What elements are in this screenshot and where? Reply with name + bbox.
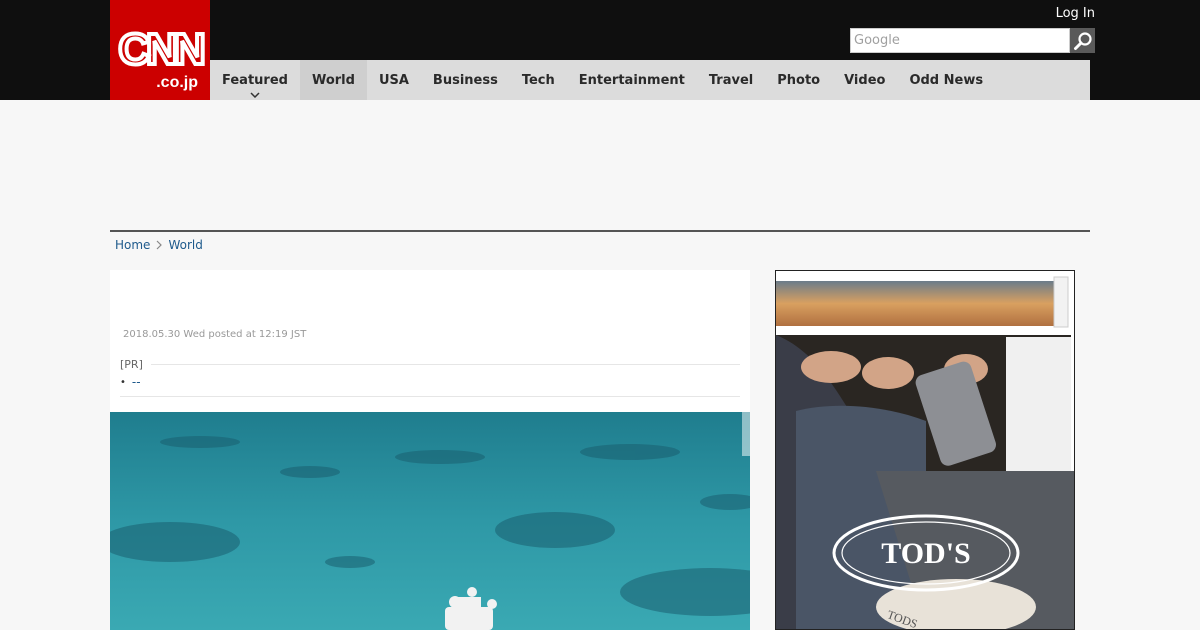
search-bar: [850, 28, 1095, 53]
nav-item-label: Tech: [521, 72, 555, 88]
search-input[interactable]: [850, 28, 1070, 53]
nav-item-label: USA: [378, 72, 409, 88]
banner-ad-slot: [110, 100, 1090, 230]
breadcrumb: Home World: [115, 238, 203, 252]
cnn-logo-mark: CNN .co.jp: [116, 23, 209, 91]
pr-list-item: • --: [120, 375, 740, 389]
nav-item-label: Featured: [222, 72, 288, 88]
bullet-icon: •: [120, 376, 126, 388]
pr-divider: [150, 364, 740, 365]
nav-item-label: Business: [432, 72, 498, 88]
nav-item-featured[interactable]: Featured: [210, 60, 300, 100]
main-nav: Featured World USA Business Tech Enterta…: [210, 60, 1090, 100]
nav-item-label: Travel: [708, 72, 754, 88]
search-icon: [1073, 31, 1092, 50]
logo-subtext: .co.jp: [156, 74, 198, 91]
nav-item-label: Odd News: [909, 72, 984, 88]
pr-label: [PR]: [120, 358, 143, 371]
nav-item-travel[interactable]: Travel: [697, 60, 765, 100]
nav-item-label: Photo: [777, 72, 821, 88]
search-button[interactable]: [1070, 28, 1095, 53]
section-divider: [110, 230, 1090, 232]
nav-item-label: Entertainment: [578, 72, 685, 88]
nav-item-entertainment[interactable]: Entertainment: [567, 60, 697, 100]
nav-item-odd-news[interactable]: Odd News: [897, 60, 995, 100]
login-link[interactable]: Log In: [1056, 6, 1095, 21]
nav-item-photo[interactable]: Photo: [765, 60, 832, 100]
article-header: 2018.05.30 Wed posted at 12:19 JST [PR] …: [110, 270, 750, 412]
article-hero-image: [110, 412, 750, 630]
pr-link[interactable]: --: [132, 375, 141, 389]
breadcrumb-home[interactable]: Home: [115, 238, 150, 252]
breadcrumb-world[interactable]: World: [168, 238, 202, 252]
chevron-down-icon: [250, 92, 260, 98]
chevron-right-icon: [156, 240, 163, 250]
nav-item-label: Video: [844, 72, 886, 88]
pr-block: [PR] • --: [120, 358, 740, 389]
sidebar-ad[interactable]: TOD'S TODS: [775, 270, 1075, 630]
tods-brand-text: TOD'S: [881, 537, 971, 570]
pr-bottom-divider: [120, 396, 740, 397]
nav-item-label: World: [311, 72, 355, 88]
cnn-logo[interactable]: CNN .co.jp: [110, 0, 210, 100]
nav-item-video[interactable]: Video: [832, 60, 897, 100]
nav-item-world[interactable]: World: [299, 60, 367, 100]
nav-item-usa[interactable]: USA: [367, 60, 421, 100]
post-date: 2018.05.30 Wed posted at 12:19 JST: [123, 329, 307, 340]
nav-item-business[interactable]: Business: [421, 60, 510, 100]
logo-text: CNN: [118, 25, 203, 74]
nav-item-tech[interactable]: Tech: [510, 60, 567, 100]
